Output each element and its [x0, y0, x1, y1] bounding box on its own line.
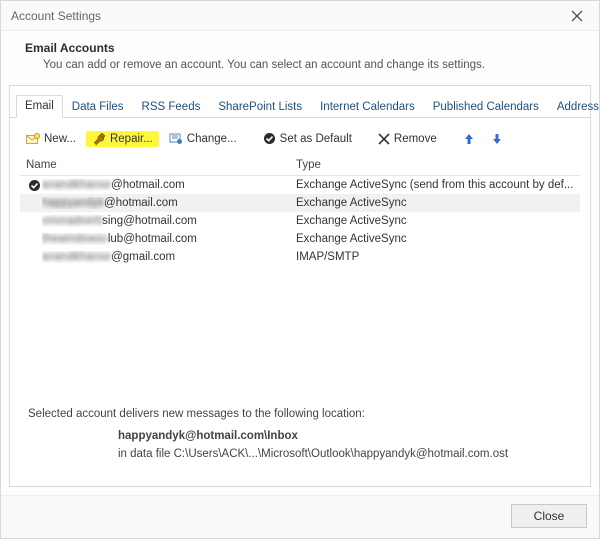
remove-x-icon	[378, 133, 390, 145]
account-type: Exchange ActiveSync	[296, 197, 580, 209]
account-type: Exchange ActiveSync (send from this acco…	[296, 179, 580, 191]
tabs: EmailData FilesRSS FeedsSharePoint Lists…	[10, 86, 590, 118]
remove-button[interactable]: Remove	[372, 131, 443, 147]
close-button[interactable]: Close	[511, 504, 587, 528]
account-name: thewindowsclub@hotmail.com	[42, 233, 296, 245]
tab-address-books[interactable]: Address Books	[548, 96, 600, 118]
new-button[interactable]: New...	[20, 131, 82, 147]
tab-data-files[interactable]: Data Files	[63, 96, 133, 118]
account-name: anandkhanse@hotmail.com	[42, 179, 296, 191]
dialog-buttons: Close	[1, 495, 599, 538]
delivery-mailbox: happyandyk@hotmail.com\Inbox	[118, 430, 572, 442]
window-title: Account Settings	[11, 9, 565, 23]
tab-published-calendars[interactable]: Published Calendars	[424, 96, 548, 118]
check-circle-icon	[263, 132, 276, 145]
account-type: Exchange ActiveSync	[296, 233, 580, 245]
account-row[interactable]: anandkhanse@hotmail.comExchange ActiveSy…	[20, 176, 580, 194]
arrow-down-icon	[491, 133, 503, 145]
change-label: Change...	[187, 133, 237, 145]
tab-internet-calendars[interactable]: Internet Calendars	[311, 96, 424, 118]
account-row[interactable]: orionadvertising@hotmail.comExchange Act…	[20, 212, 580, 230]
remove-label: Remove	[394, 133, 437, 145]
header-subtitle: You can add or remove an account. You ca…	[43, 59, 575, 71]
tab-sharepoint-lists[interactable]: SharePoint Lists	[209, 96, 311, 118]
move-up-button[interactable]	[457, 131, 481, 147]
set-default-button[interactable]: Set as Default	[257, 130, 358, 147]
mail-new-icon	[26, 133, 40, 145]
change-icon	[169, 133, 183, 145]
titlebar: Account Settings	[1, 1, 599, 31]
move-down-button[interactable]	[485, 131, 509, 147]
tab-email[interactable]: Email	[16, 95, 63, 118]
set-default-label: Set as Default	[280, 133, 352, 145]
delivery-label: Selected account delivers new messages t…	[28, 408, 572, 420]
header-title: Email Accounts	[25, 41, 575, 55]
tab-rss-feeds[interactable]: RSS Feeds	[133, 96, 210, 118]
account-row[interactable]: happyandyk@hotmail.comExchange ActiveSyn…	[20, 194, 580, 212]
account-list: anandkhanse@hotmail.comExchange ActiveSy…	[20, 176, 580, 266]
content-frame: EmailData FilesRSS FeedsSharePoint Lists…	[9, 85, 591, 487]
wrench-icon	[92, 133, 106, 145]
account-type: IMAP/SMTP	[296, 251, 580, 263]
account-name: happyandyk@hotmail.com	[42, 197, 296, 209]
account-name: orionadvertising@hotmail.com	[42, 215, 296, 227]
account-row[interactable]: thewindowsclub@hotmail.comExchange Activ…	[20, 230, 580, 248]
repair-label: Repair...	[110, 133, 153, 145]
list-header: Name Type	[20, 155, 580, 176]
toolbar: New... Repair... Change...	[20, 126, 580, 155]
tab-panel-email: New... Repair... Change...	[10, 118, 590, 486]
header: Email Accounts You can add or remove an …	[1, 31, 599, 85]
account-row[interactable]: anandkhanse@gmail.comIMAP/SMTP	[20, 248, 580, 266]
repair-button[interactable]: Repair...	[86, 131, 159, 147]
change-button[interactable]: Change...	[163, 131, 243, 147]
account-settings-dialog: Account Settings Email Accounts You can …	[0, 0, 600, 539]
delivery-datafile: in data file C:\Users\ACK\...\Microsoft\…	[118, 448, 572, 460]
column-name[interactable]: Name	[26, 159, 296, 171]
arrow-up-icon	[463, 133, 475, 145]
default-account-icon	[26, 179, 42, 192]
delivery-location: Selected account delivers new messages t…	[20, 402, 580, 476]
close-icon[interactable]	[565, 6, 589, 26]
account-name: anandkhanse@gmail.com	[42, 251, 296, 263]
new-label: New...	[44, 133, 76, 145]
account-type: Exchange ActiveSync	[296, 215, 580, 227]
column-type[interactable]: Type	[296, 159, 580, 171]
